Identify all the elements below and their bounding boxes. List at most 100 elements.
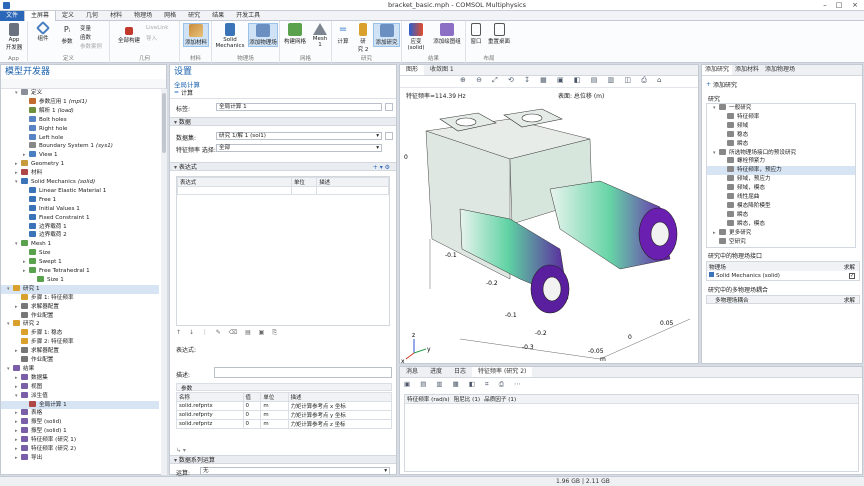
solid-mechanics-button[interactable]: Solid Mechanics — [214, 23, 246, 49]
table-toolbar[interactable]: ↑ ↓ ⋮ ✎ ⌫ ▤ ▣ ⎘ — [176, 329, 280, 337]
graphics-toolbar[interactable]: ⊕ ⊖ ⤢ ⟲ ↧ ▦ ▣ ◧ ▤ ▥ ◫ ⎙ ⌂ — [400, 76, 698, 88]
close-button[interactable]: × — [848, 0, 862, 10]
tree-item[interactable]: 特征频率，预应力 — [707, 166, 855, 176]
data-section-header[interactable]: ▾ 数据 — [170, 117, 396, 126]
tree-item[interactable]: ▸ 导出 — [1, 453, 159, 463]
mesh1-button[interactable]: Mesh 1 — [310, 23, 330, 48]
tree-item[interactable]: ▾ 研究 2 — [1, 320, 159, 329]
tree-item[interactable]: 边界载荷 2 — [1, 231, 159, 240]
label-input[interactable]: 全局计算 1 — [216, 103, 382, 111]
windows-button[interactable]: 窗口 — [467, 23, 485, 45]
maximize-button[interactable]: □ — [832, 0, 846, 10]
tab-eigenfrequency-study2[interactable]: 特征频率 (研究 2) — [472, 367, 533, 377]
tab-study[interactable]: 研究 — [182, 11, 206, 21]
tree-item[interactable]: 作业配置 — [1, 356, 159, 365]
functions-button[interactable]: 函数 — [80, 33, 91, 41]
tree-item[interactable]: 全局计算 1 — [1, 400, 159, 410]
compute-button[interactable]: = 计算 — [174, 88, 193, 97]
tree-item[interactable]: 瞬态，模态 — [707, 219, 855, 229]
tree-item[interactable]: Left hole — [1, 133, 159, 143]
import-button[interactable]: 导入 — [146, 34, 157, 42]
tree-item[interactable]: 瞬态 — [707, 139, 855, 149]
tree-item[interactable]: ▾ 所选物理场接口的预设研究 — [707, 148, 855, 158]
parameters-button[interactable]: Pᵢ 参数 — [58, 23, 76, 45]
tree-item[interactable]: ▸ 振型 (solid) — [1, 418, 159, 427]
tab-add-physics[interactable]: 添加物理场 — [762, 65, 798, 75]
build-all-button[interactable]: 全部构建 — [116, 27, 142, 44]
tree-item[interactable]: ▾ Solid Mechanics (solid) — [1, 178, 159, 187]
table-toolbar[interactable]: ▣ ▤ ▥ ▦ ◧ ⌗ ⎙ ⋯ — [404, 380, 525, 389]
parameter-cases-button[interactable]: 参数案例 — [80, 42, 102, 50]
tab-mesh[interactable]: 网格 — [158, 11, 182, 21]
stress-plot-button[interactable]: 应变 (solid) — [404, 23, 428, 51]
param-row[interactable]: solid.refpntx 0 m 力矩计算参考点 x 坐标 — [176, 401, 393, 411]
tree-item[interactable]: ▾ 定义 — [1, 89, 159, 98]
tree-item[interactable]: Boundary System 1 (sys1) — [1, 142, 159, 151]
tab-geometry[interactable]: 几何 — [80, 11, 104, 21]
study2-button[interactable]: 研究 2 — [354, 23, 372, 53]
tab-messages[interactable]: 消息 — [400, 367, 424, 377]
reset-desktop-button[interactable]: 重置桌面 — [486, 23, 512, 45]
tree-item[interactable]: ▸ 求解器配置 — [1, 302, 159, 312]
tree-item[interactable]: Linear Elastic Material 1 — [1, 186, 159, 196]
tab-graphics[interactable]: 图形 — [400, 65, 425, 75]
tab-log[interactable]: 日志 — [448, 367, 472, 377]
tab-home[interactable]: 主屏幕 — [24, 10, 57, 21]
description-input[interactable] — [214, 367, 392, 378]
param-row[interactable]: solid.refpnty 0 m 力矩计算参考点 y 坐标 — [176, 410, 393, 420]
solve-checkbox[interactable]: ✓ — [849, 272, 855, 279]
add-material-button[interactable]: 添加材料 — [183, 23, 209, 47]
tree-item[interactable]: ▸ Swept 1 — [1, 258, 159, 267]
tree-item[interactable]: ▸ 数据集 — [1, 373, 159, 383]
tree-item[interactable]: 稳态 — [707, 130, 855, 140]
tree-item[interactable]: ▸ Free Tetrahedral 1 — [1, 267, 159, 276]
tree-item[interactable]: ▸ 求解器配置 — [1, 347, 159, 356]
bracket-3d-view[interactable]: 0 -0.1 -0.2 -0.1 -0.2 -0.3 -0.05 0 0.05 … — [400, 89, 698, 364]
tree-item[interactable]: 频域，模态 — [707, 184, 855, 193]
tab-definitions[interactable]: 定义 — [56, 11, 80, 21]
tab-add-material[interactable]: 添加材料 — [732, 65, 762, 75]
add-plot-group-button[interactable]: 添加绘图组 — [430, 23, 464, 45]
tree-item[interactable]: ▸ 材料 — [1, 169, 159, 178]
tree-item[interactable]: ▸ 视图 — [1, 382, 159, 392]
tree-item[interactable]: ▸ 更多研究 — [707, 228, 855, 238]
tree-item[interactable]: ▾ 研究 1 — [1, 284, 159, 294]
tree-item[interactable]: ▸ View 1 — [1, 151, 159, 160]
tree-item[interactable]: 参数应用 1 (mpl1) — [1, 97, 159, 107]
tree-item[interactable]: 空研究 — [707, 237, 855, 247]
tree-item[interactable]: Size — [1, 249, 159, 258]
minimize-button[interactable]: – — [818, 0, 832, 10]
tab-materials[interactable]: 材料 — [104, 11, 128, 21]
tree-item[interactable]: ▾ 结果 — [1, 364, 159, 374]
physics-row[interactable]: Solid Mechanics (solid) ✓ — [707, 271, 859, 280]
series-section-header[interactable]: ▾ 数据系列运算 — [170, 455, 396, 464]
tree-item[interactable]: 螺栓预紧力 — [707, 157, 855, 166]
tab-results[interactable]: 结果 — [206, 11, 230, 21]
tree-item[interactable]: 作业配置 — [1, 311, 159, 321]
livelink-button[interactable]: LiveLink — [146, 25, 169, 31]
tab-physics[interactable]: 物理场 — [128, 11, 158, 21]
app-builder-button[interactable]: App 开发器 — [2, 23, 26, 51]
tab-add-study[interactable]: 添加研究 — [702, 65, 733, 75]
add-study-button[interactable]: 添加研究 — [373, 23, 400, 47]
operation-select[interactable]: 无 ▾ — [200, 467, 390, 475]
tree-item[interactable]: ▾ Mesh 1 — [1, 240, 159, 249]
go-to-source-icon[interactable] — [385, 132, 393, 140]
tree-item[interactable]: Free 1 — [1, 195, 159, 205]
tab-file[interactable]: 文件 — [0, 10, 25, 21]
tree-item[interactable]: 特征频率 — [707, 112, 855, 122]
variables-button[interactable]: 变量 — [80, 24, 91, 32]
tree-item[interactable]: Bolt holes — [1, 115, 159, 125]
tree-item[interactable]: Fixed Constraint 1 — [1, 213, 159, 223]
eigen-select[interactable]: 全部 ▾ — [216, 144, 382, 152]
scrollbar-thumb[interactable] — [162, 93, 166, 153]
tab-progress[interactable]: 进度 — [424, 367, 448, 377]
tree-item[interactable]: 步骤 1: 特征频率 — [1, 293, 159, 303]
tree-item[interactable]: 步骤 1: 稳态 — [1, 329, 159, 338]
tree-item[interactable]: ▸ 特征频率 (研究 2) — [1, 445, 159, 454]
tree-item[interactable]: ▸ Geometry 1 — [1, 160, 159, 169]
tree-item[interactable]: ▾ 派生值 — [1, 391, 159, 401]
tree-item[interactable]: 线性屈曲 — [707, 193, 855, 202]
component-button[interactable]: 组件 — [32, 20, 54, 42]
param-row[interactable]: solid.refpntz 0 m 力矩计算参考点 z 坐标 — [176, 419, 393, 429]
